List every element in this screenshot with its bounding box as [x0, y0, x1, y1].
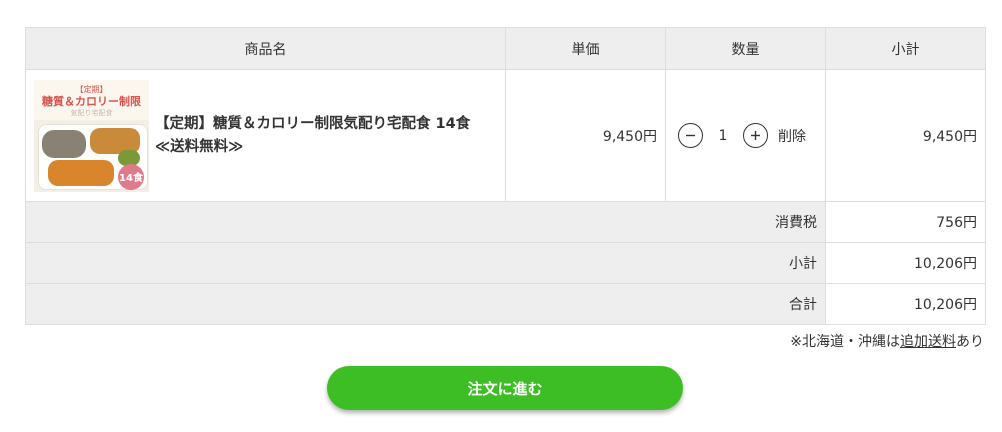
shipping-note: ※北海道・沖縄は追加送料あり [790, 331, 984, 351]
plus-circle-icon [751, 131, 760, 140]
shipping-note-prefix: ※北海道・沖縄は [790, 334, 900, 350]
increase-quantity-button[interactable] [743, 123, 768, 148]
product-name[interactable]: 【定期】糖質＆カロリー制限気配り宅配食 14食 ≪送料無料≫ [155, 113, 470, 159]
summary-row-subtotal: 小計 10,206円 [25, 242, 986, 284]
quantity-stepper: 1 削除 [678, 123, 825, 148]
summary-row-total: 合計 10,206円 [25, 283, 986, 325]
cart-table: 商品名 単価 数量 小計 【定期】 糖質＆カロリー制限 気配り宅配食 14食 【… [25, 27, 986, 325]
thumbnail-title: 糖質＆カロリー制限 [42, 94, 141, 108]
tax-label: 消費税 [25, 201, 826, 243]
total-label: 合計 [25, 283, 826, 325]
header-product-name: 商品名 [25, 27, 506, 70]
summary-row-tax: 消費税 756円 [25, 201, 986, 243]
delete-item-link[interactable]: 削除 [778, 126, 806, 146]
thumbnail-food-item [42, 129, 86, 158]
thumbnail-subtitle: 気配り宅配食 [70, 108, 113, 117]
product-cell: 【定期】 糖質＆カロリー制限 気配り宅配食 14食 【定期】糖質＆カロリー制限気… [25, 69, 506, 202]
shipping-note-suffix: あり [956, 334, 984, 350]
table-header-row: 商品名 単価 数量 小計 [25, 27, 986, 70]
cart-item-row: 【定期】 糖質＆カロリー制限 気配り宅配食 14食 【定期】糖質＆カロリー制限気… [25, 69, 986, 202]
quantity-value: 1 [718, 127, 728, 144]
minus-circle-icon [686, 134, 695, 137]
product-thumbnail[interactable]: 【定期】 糖質＆カロリー制限 気配り宅配食 14食 [34, 79, 149, 192]
subtotal-value: 10,206円 [825, 242, 986, 284]
proceed-to-order-button[interactable]: 注文に進む [327, 366, 683, 410]
subtotal-label: 小計 [25, 242, 826, 284]
total-value: 10,206円 [825, 283, 986, 325]
header-subtotal: 小計 [825, 27, 986, 70]
thumbnail-count-badge: 14食 [118, 163, 144, 190]
additional-shipping-link[interactable]: 追加送料 [900, 334, 956, 350]
decrease-quantity-button[interactable] [678, 123, 703, 148]
thumbnail-food-item [48, 159, 114, 186]
tax-value: 756円 [825, 201, 986, 243]
unit-price: 9,450円 [505, 69, 666, 202]
quantity-cell: 1 削除 [665, 69, 826, 202]
header-quantity: 数量 [665, 27, 826, 70]
product-name-line1: 【定期】糖質＆カロリー制限気配り宅配食 14食 [155, 115, 471, 132]
thumbnail-title-box: 【定期】 糖質＆カロリー制限 気配り宅配食 [34, 79, 149, 120]
header-unit-price: 単価 [505, 27, 666, 70]
item-subtotal: 9,450円 [825, 69, 986, 202]
thumbnail-tag: 【定期】 [75, 84, 108, 94]
product-name-line2: ≪送料無料≫ [155, 138, 244, 155]
